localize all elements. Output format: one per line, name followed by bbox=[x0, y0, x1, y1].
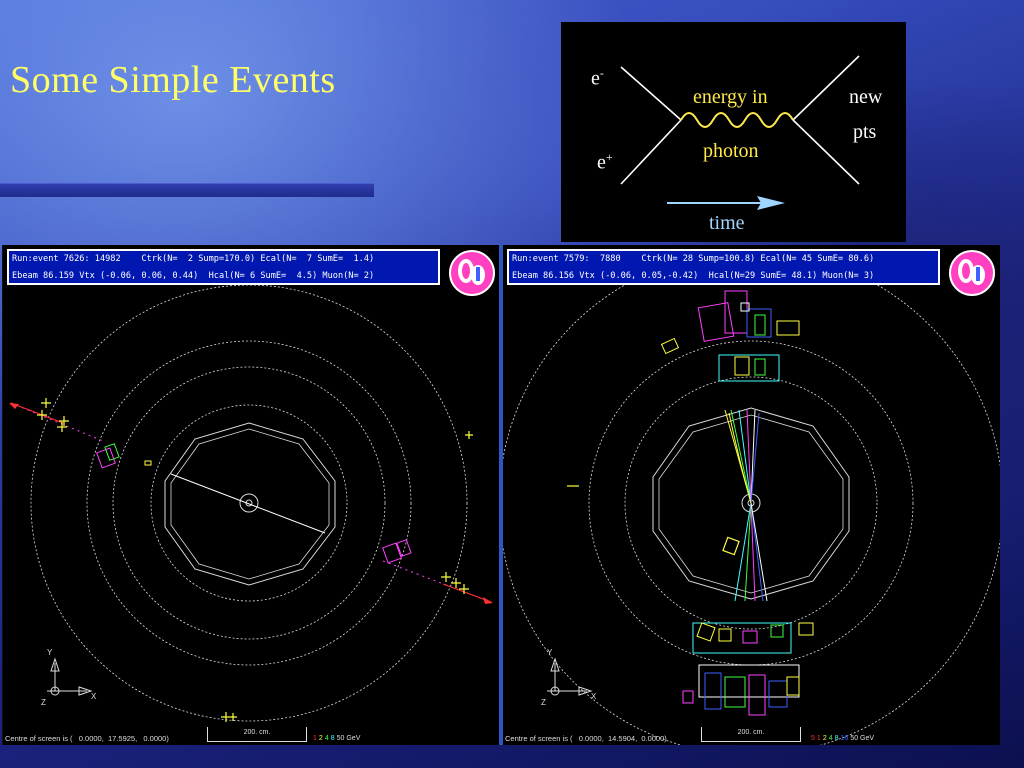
energy-in-label: energy in bbox=[693, 86, 768, 108]
axis-x-label-left: X bbox=[91, 692, 97, 701]
ecal-ring bbox=[112, 366, 386, 640]
axis-indicator-right bbox=[547, 657, 593, 696]
slide-title: Some Simple Events bbox=[10, 59, 336, 101]
positron-label: e+ bbox=[597, 150, 613, 174]
time-arrow-head bbox=[757, 196, 785, 210]
muon-arrow-right-head bbox=[483, 597, 493, 604]
event-info-box: Run:event 7579: 7880 Ctrk(N= 28 Sump=100… bbox=[507, 249, 940, 285]
photon-label: photon bbox=[703, 140, 759, 162]
vertex-detector bbox=[239, 493, 259, 513]
title-underline-bar bbox=[0, 183, 374, 197]
ecal-clusters-up bbox=[660, 337, 780, 382]
hcal-clusters-down bbox=[682, 664, 800, 716]
energy-legend-item: 1 bbox=[313, 735, 317, 742]
event-info-line-1: Run:event 7626: 14982 Ctrk(N= 2 Sump=170… bbox=[12, 254, 375, 264]
detector-view-left: Y Z X bbox=[9, 284, 493, 722]
photon-wave bbox=[680, 112, 794, 128]
feynman-diagram: e- e+ energy in photon new pts time bbox=[561, 22, 906, 242]
muon-chamber-hits-left bbox=[37, 398, 473, 722]
ecal-clusters-down bbox=[692, 622, 814, 654]
positron-line bbox=[620, 119, 682, 185]
event-display-right: Y Z X Run:event 7579: 7880 Ctrk(N= 28 Su… bbox=[503, 245, 1000, 745]
muon-arrow-left bbox=[10, 402, 64, 424]
energy-legend-item: 2 bbox=[318, 735, 323, 742]
jet-tracks-down bbox=[734, 502, 768, 602]
outgoing-line-2 bbox=[792, 119, 860, 185]
energy-legend-item: 8 bbox=[834, 735, 839, 742]
energy-legend-item: 16 bbox=[840, 735, 849, 742]
opal-logo bbox=[449, 250, 495, 296]
energy-legend-item: 2 bbox=[822, 735, 827, 742]
energy-legend-item: 4 bbox=[828, 735, 833, 742]
hcal-ring bbox=[86, 340, 412, 666]
jet-tracks-up bbox=[724, 409, 760, 504]
scale-bar: 200. cm. bbox=[701, 727, 801, 742]
event-info-box: Run:event 7626: 14982 Ctrk(N= 2 Sump=170… bbox=[7, 249, 440, 285]
event-info-line-2: Ebeam 86.156 Vtx (-0.06, 0.05,-0.42) Hca… bbox=[512, 271, 875, 281]
energy-legend-item: 4 bbox=[324, 735, 329, 742]
muon-track-1 bbox=[170, 473, 326, 534]
hcal-hits-left bbox=[96, 443, 412, 564]
event-info-line-1: Run:event 7579: 7880 Ctrk(N= 28 Sump=100… bbox=[512, 254, 875, 264]
scale-bar: 200. cm. bbox=[207, 727, 307, 742]
energy-legend-item: 1 bbox=[816, 735, 821, 742]
electron-label: e- bbox=[591, 66, 604, 90]
axis-z-label-left: Z bbox=[41, 698, 46, 707]
outer-muon-ring bbox=[30, 284, 468, 722]
event-info-line-2: Ebeam 86.159 Vtx (-0.06, 0.06, 0.44) Hca… bbox=[12, 271, 375, 281]
energy-legend-item: 8 bbox=[330, 735, 335, 742]
energy-legend-item: 50 GeV bbox=[850, 735, 875, 742]
axis-y-label-left: Y bbox=[47, 648, 53, 657]
energy-legend: 1 2 4 8 50 GeV bbox=[313, 735, 362, 742]
opal-logo bbox=[949, 250, 995, 296]
pts-label: pts bbox=[853, 121, 877, 143]
centre-of-screen-text: Centre of screen is ( 0.0000, 17.5925, 0… bbox=[5, 734, 169, 743]
hcal-clusters-up bbox=[697, 290, 800, 342]
energy-legend-item: 50 GeV bbox=[336, 735, 361, 742]
event-display-left: Y Z X Run:event 7626: 14982 Ctrk(N= 2 Su… bbox=[2, 245, 500, 745]
new-label: new bbox=[849, 86, 883, 108]
energy-legend-item: 5 bbox=[811, 735, 815, 742]
centre-of-screen-text: Centre of screen is ( 0.0000, 14.5904, 0… bbox=[505, 734, 667, 743]
electron-line bbox=[620, 66, 682, 121]
axis-x-label-right: X bbox=[591, 692, 597, 701]
detector-view-right: Y Z X bbox=[503, 250, 1000, 745]
coil-ring bbox=[150, 404, 348, 602]
axis-y-label-right: Y bbox=[547, 648, 553, 657]
axis-z-label-right: Z bbox=[541, 698, 546, 707]
detector-rings bbox=[30, 284, 468, 722]
energy-legend: 5 1 2 4 8 16 50 GeV bbox=[811, 735, 876, 742]
time-label: time bbox=[709, 212, 745, 234]
axis-indicator-left bbox=[47, 657, 93, 696]
